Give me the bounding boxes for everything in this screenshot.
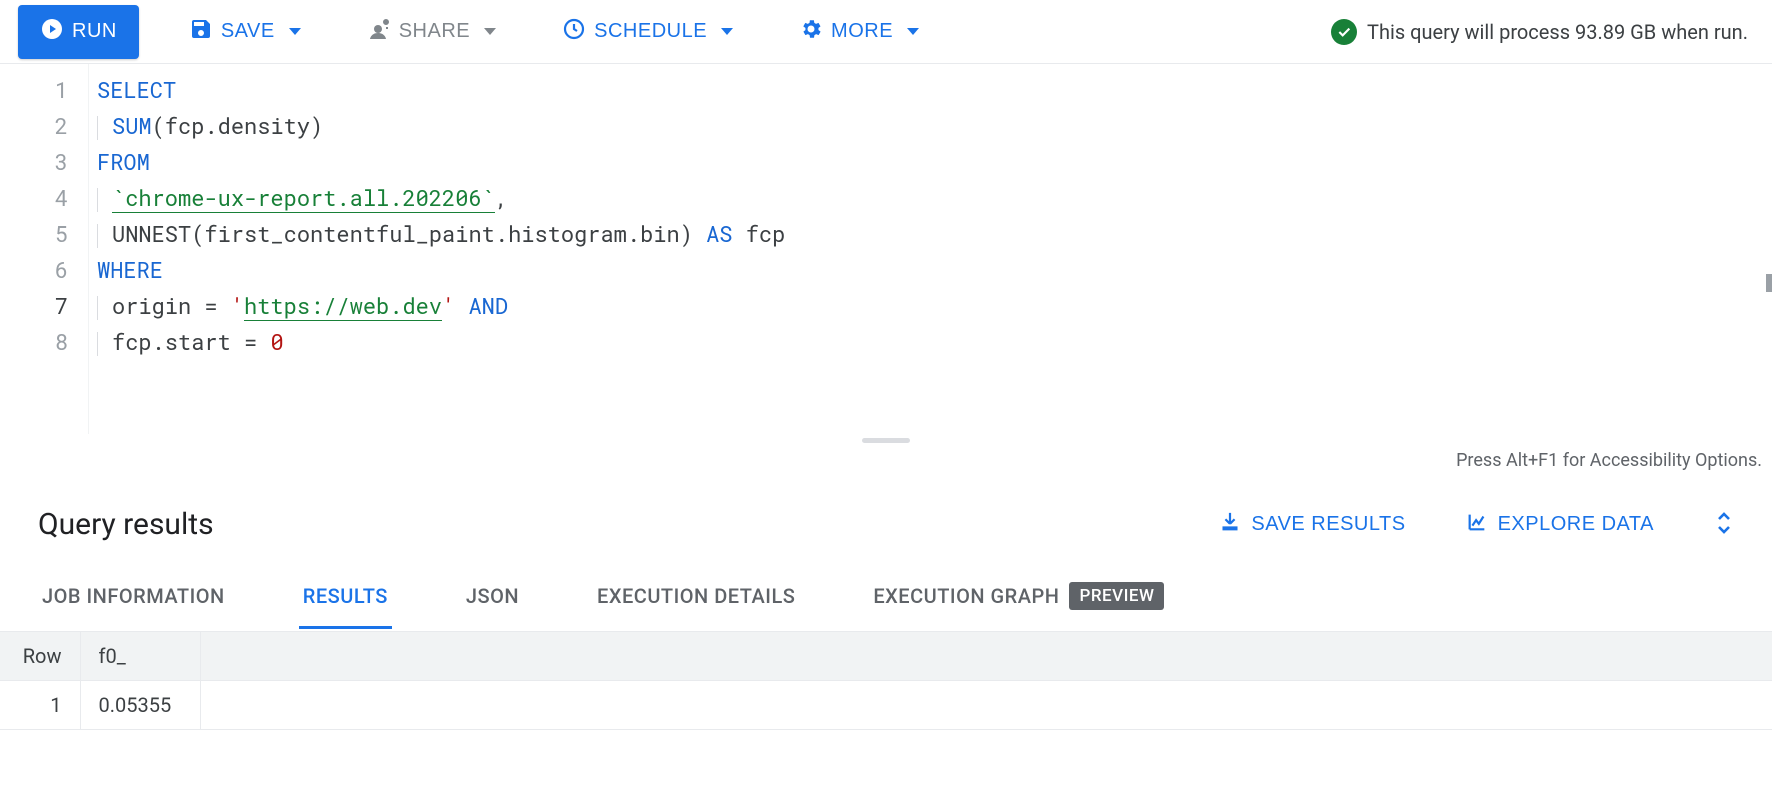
scroll-marker[interactable] [1766, 274, 1772, 292]
table-row[interactable]: 10.05355 [0, 681, 1772, 730]
line-number: 1 [0, 72, 68, 108]
column-header[interactable]: f0_ [80, 632, 200, 681]
save-results-label: SAVE RESULTS [1251, 513, 1405, 536]
tab-label: JOB INFORMATION [42, 584, 225, 608]
table-cell: 0.05355 [80, 681, 200, 730]
line-number: 4 [0, 180, 68, 216]
chevron-down-icon [484, 28, 496, 35]
chart-icon [1466, 511, 1488, 539]
tab-label: EXECUTION DETAILS [597, 584, 795, 608]
code-content[interactable]: SELECTSUM(fcp.density)FROM`chrome-ux-rep… [88, 64, 1772, 434]
explore-data-label: EXPLORE DATA [1498, 513, 1654, 536]
column-header[interactable]: Row [0, 632, 80, 681]
tab-label: RESULTS [303, 584, 388, 608]
code-line[interactable]: WHERE [97, 252, 1772, 288]
line-gutter: 12345678 [0, 64, 88, 434]
code-line[interactable]: `chrome-ux-report.all.202206`, [97, 180, 1772, 216]
sql-editor[interactable]: 12345678 SELECTSUM(fcp.density)FROM`chro… [0, 64, 1772, 434]
save-icon [189, 17, 213, 47]
results-header: Query results SAVE RESULTS EXPLORE DATA [0, 485, 1772, 564]
expand-collapse-icon[interactable] [1714, 510, 1734, 540]
explore-data-button[interactable]: EXPLORE DATA [1466, 511, 1664, 539]
run-label: RUN [72, 20, 117, 43]
tab-label: EXECUTION GRAPH [873, 584, 1059, 608]
code-line[interactable]: FROM [97, 144, 1772, 180]
gear-icon [799, 17, 823, 47]
results-title: Query results [38, 507, 214, 542]
code-line[interactable]: UNNEST(first_contentful_paint.histogram.… [97, 216, 1772, 252]
save-label: SAVE [221, 20, 275, 43]
more-button[interactable]: MORE [783, 5, 935, 59]
line-number: 8 [0, 324, 68, 360]
results-table: Rowf0_10.05355 [0, 632, 1772, 730]
toolbar: RUN SAVE SHARE SCHEDULE MORE [0, 0, 1772, 64]
column-header[interactable] [200, 632, 1772, 681]
share-label: SHARE [399, 20, 470, 43]
line-number: 2 [0, 108, 68, 144]
results-tabs: JOB INFORMATION RESULTS JSON EXECUTION DETA… [0, 564, 1772, 632]
line-number: 5 [0, 216, 68, 252]
tab-job-information[interactable]: JOB INFORMATION [38, 566, 229, 629]
table-cell [200, 681, 1772, 730]
code-line[interactable]: fcp.start = 0 [97, 324, 1772, 360]
code-line[interactable]: SELECT [97, 72, 1772, 108]
a11y-hint: Press Alt+F1 for Accessibility Options. [0, 446, 1772, 485]
check-circle-icon [1331, 19, 1357, 45]
download-icon [1219, 511, 1241, 539]
schedule-label: SCHEDULE [594, 20, 707, 43]
chevron-down-icon [289, 28, 301, 35]
status-message: This query will process 93.89 GB when ru… [1331, 19, 1754, 45]
more-label: MORE [831, 20, 893, 43]
save-button[interactable]: SAVE [173, 5, 317, 59]
line-number: 3 [0, 144, 68, 180]
preview-badge: PREVIEW [1069, 582, 1164, 610]
play-icon [40, 17, 64, 47]
clock-icon [562, 17, 586, 47]
chevron-down-icon [721, 28, 733, 35]
tab-execution-graph[interactable]: EXECUTION GRAPH PREVIEW [869, 564, 1168, 631]
code-line[interactable]: origin = 'https://web.dev' AND [97, 288, 1772, 324]
run-button[interactable]: RUN [18, 5, 139, 59]
table-cell: 1 [0, 681, 80, 730]
code-line[interactable]: SUM(fcp.density) [97, 108, 1772, 144]
chevron-down-icon [907, 28, 919, 35]
schedule-button[interactable]: SCHEDULE [546, 5, 749, 59]
tab-results[interactable]: RESULTS [299, 566, 392, 629]
line-number: 7 [0, 288, 68, 324]
tab-json[interactable]: JSON [462, 566, 523, 629]
status-text: This query will process 93.89 GB when ru… [1367, 20, 1748, 44]
save-results-button[interactable]: SAVE RESULTS [1219, 511, 1415, 539]
share-icon [367, 17, 391, 47]
line-number: 6 [0, 252, 68, 288]
tab-execution-details[interactable]: EXECUTION DETAILS [593, 566, 799, 629]
share-button[interactable]: SHARE [351, 5, 512, 59]
drag-handle[interactable] [0, 434, 1772, 446]
tab-label: JSON [466, 584, 519, 608]
